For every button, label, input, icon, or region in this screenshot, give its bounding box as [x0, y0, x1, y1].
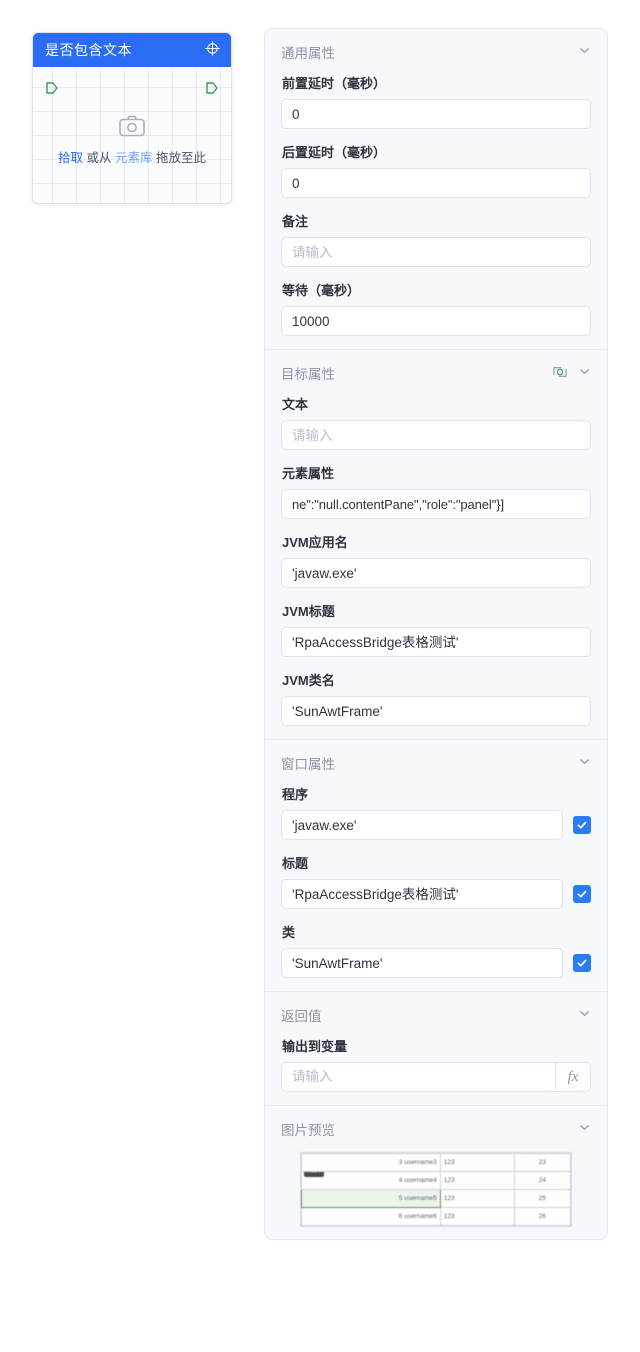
field-label: JVM类名: [282, 673, 335, 688]
table-row: 切换 4 username4 123 24: [301, 1171, 572, 1190]
pick-element-link[interactable]: 拾取: [58, 151, 83, 165]
node-card[interactable]: 是否包含文本 拾取 或从 元素库 拖放至此: [32, 32, 232, 204]
field-jvm-title: JVM标题 'RpaAccessBridge表格测试': [265, 601, 607, 670]
preview-table: 3 username3 123 23 切换 4 username4 123 24: [301, 1153, 572, 1226]
section-title: 目标属性: [281, 367, 335, 382]
field-label: 后置延时（毫秒）: [282, 145, 387, 160]
field-element-attributes: 元素属性 ne":"null.contentPane","role":"pane…: [265, 463, 607, 532]
camera-placeholder: [33, 115, 231, 140]
preview-cell-name: 5 username5: [301, 1189, 441, 1208]
preview-cell-name: 3 username3: [301, 1153, 441, 1172]
window-class-input[interactable]: 'SunAwtFrame': [281, 948, 563, 978]
preview-screenshot: 3 username3 123 23 切换 4 username4 123 24: [300, 1152, 572, 1227]
node-title: 是否包含文本: [45, 42, 132, 58]
field-jvm-app: JVM应用名 'javaw.exe': [265, 532, 607, 601]
section-header-target[interactable]: 目标属性: [265, 349, 607, 394]
field-label: 标题: [282, 856, 309, 871]
preview-cell-mid: 123: [439, 1153, 515, 1172]
window-title-input[interactable]: 'RpaAccessBridge表格测试': [281, 879, 563, 909]
window-program-checkbox[interactable]: [573, 816, 591, 834]
output-variable-input[interactable]: 请输入: [282, 1063, 555, 1091]
hint-tail-text: 拖放至此: [155, 151, 206, 165]
section-title: 返回值: [281, 1009, 322, 1024]
element-library-link[interactable]: 元素库: [115, 151, 153, 165]
preview-cell-age: 26: [513, 1207, 572, 1226]
image-preview[interactable]: 3 username3 123 23 切换 4 username4 123 24: [265, 1150, 607, 1227]
hint-middle-text: 或从: [86, 151, 112, 165]
jvm-class-input[interactable]: 'SunAwtFrame': [281, 696, 591, 726]
chevron-down-icon[interactable]: [578, 755, 591, 771]
preview-cell-age: 25: [513, 1189, 572, 1208]
preview-cell-name: 6 username6: [301, 1207, 441, 1226]
remark-input[interactable]: 请输入: [281, 237, 591, 267]
table-row: 6 username6 123 26: [301, 1207, 572, 1226]
table-row-selected: 5 username5 123 25: [301, 1189, 572, 1208]
jvm-app-input[interactable]: 'javaw.exe': [281, 558, 591, 588]
field-label: 程序: [282, 787, 309, 802]
field-window-program: 程序 'javaw.exe': [265, 784, 607, 853]
chevron-down-icon[interactable]: [578, 1007, 591, 1023]
section-header-general[interactable]: 通用属性: [265, 29, 607, 73]
field-window-title: 标题 'RpaAccessBridge表格测试': [265, 853, 607, 922]
field-label: 输出到变量: [282, 1039, 348, 1054]
chevron-down-icon[interactable]: [578, 44, 591, 60]
window-class-checkbox[interactable]: [573, 954, 591, 972]
chevron-down-icon[interactable]: [578, 365, 591, 381]
camera-icon: [119, 115, 145, 140]
field-label: JVM标题: [282, 604, 335, 619]
field-label: 前置延时（毫秒）: [282, 76, 387, 91]
pre-delay-input[interactable]: 0: [281, 99, 591, 129]
preview-cell-mid: 123: [439, 1189, 515, 1208]
chevron-down-icon[interactable]: [578, 1121, 591, 1137]
section-title: 窗口属性: [281, 757, 335, 772]
field-wait: 等待（毫秒） 10000: [265, 280, 607, 349]
preview-cell-age: 23: [513, 1153, 572, 1172]
field-label: 类: [282, 925, 296, 940]
element-attributes-input[interactable]: ne":"null.contentPane","role":"panel"}]: [281, 489, 591, 519]
field-label: 元素属性: [282, 466, 335, 481]
window-title-checkbox[interactable]: [573, 885, 591, 903]
field-label: 文本: [282, 397, 309, 412]
preview-cell-name-text: 4 username4: [398, 1177, 437, 1184]
node-card-body[interactable]: 拾取 或从 元素库 拖放至此: [33, 67, 231, 203]
text-input[interactable]: 请输入: [281, 420, 591, 450]
window-program-input[interactable]: 'javaw.exe': [281, 810, 563, 840]
node-card-header[interactable]: 是否包含文本: [33, 33, 231, 67]
field-label: 等待（毫秒）: [282, 283, 361, 298]
field-label: JVM应用名: [282, 535, 348, 550]
fx-button[interactable]: fx: [555, 1063, 590, 1091]
section-title: 通用属性: [281, 46, 335, 61]
field-window-class: 类 'SunAwtFrame': [265, 922, 607, 991]
crosshair-icon[interactable]: [204, 40, 221, 60]
properties-panel: 通用属性 前置延时（毫秒） 0 后置延时（毫秒） 0 备注 请输入 等待（毫秒）…: [264, 28, 608, 1240]
preview-cell-age: 24: [513, 1171, 572, 1190]
section-header-window[interactable]: 窗口属性: [265, 739, 607, 784]
field-jvm-class: JVM类名 'SunAwtFrame': [265, 670, 607, 739]
preview-cell-name: 切换 4 username4: [301, 1171, 441, 1190]
section-title: 图片预览: [281, 1123, 335, 1138]
node-drop-hint: 拾取 或从 元素库 拖放至此: [33, 147, 231, 166]
field-label: 备注: [282, 214, 309, 229]
preview-cell-mid: 123: [439, 1171, 515, 1190]
table-row: 3 username3 123 23: [301, 1153, 572, 1172]
jvm-title-input[interactable]: 'RpaAccessBridge表格测试': [281, 627, 591, 657]
field-output-variable: 输出到变量 请输入 fx: [265, 1036, 607, 1105]
wait-input[interactable]: 10000: [281, 306, 591, 336]
port-output-icon[interactable]: [205, 81, 219, 98]
field-remark: 备注 请输入: [265, 211, 607, 280]
field-pre-delay: 前置延时（毫秒） 0: [265, 73, 607, 142]
repick-element-icon[interactable]: [552, 364, 568, 383]
section-header-return-value[interactable]: 返回值: [265, 991, 607, 1036]
port-input-icon[interactable]: [45, 81, 59, 98]
field-text: 文本 请输入: [265, 394, 607, 463]
section-header-image-preview[interactable]: 图片预览: [265, 1105, 607, 1150]
post-delay-input[interactable]: 0: [281, 168, 591, 198]
preview-tooltip: 切换: [304, 1172, 325, 1177]
preview-cell-mid: 123: [439, 1207, 515, 1226]
field-post-delay: 后置延时（毫秒） 0: [265, 142, 607, 211]
